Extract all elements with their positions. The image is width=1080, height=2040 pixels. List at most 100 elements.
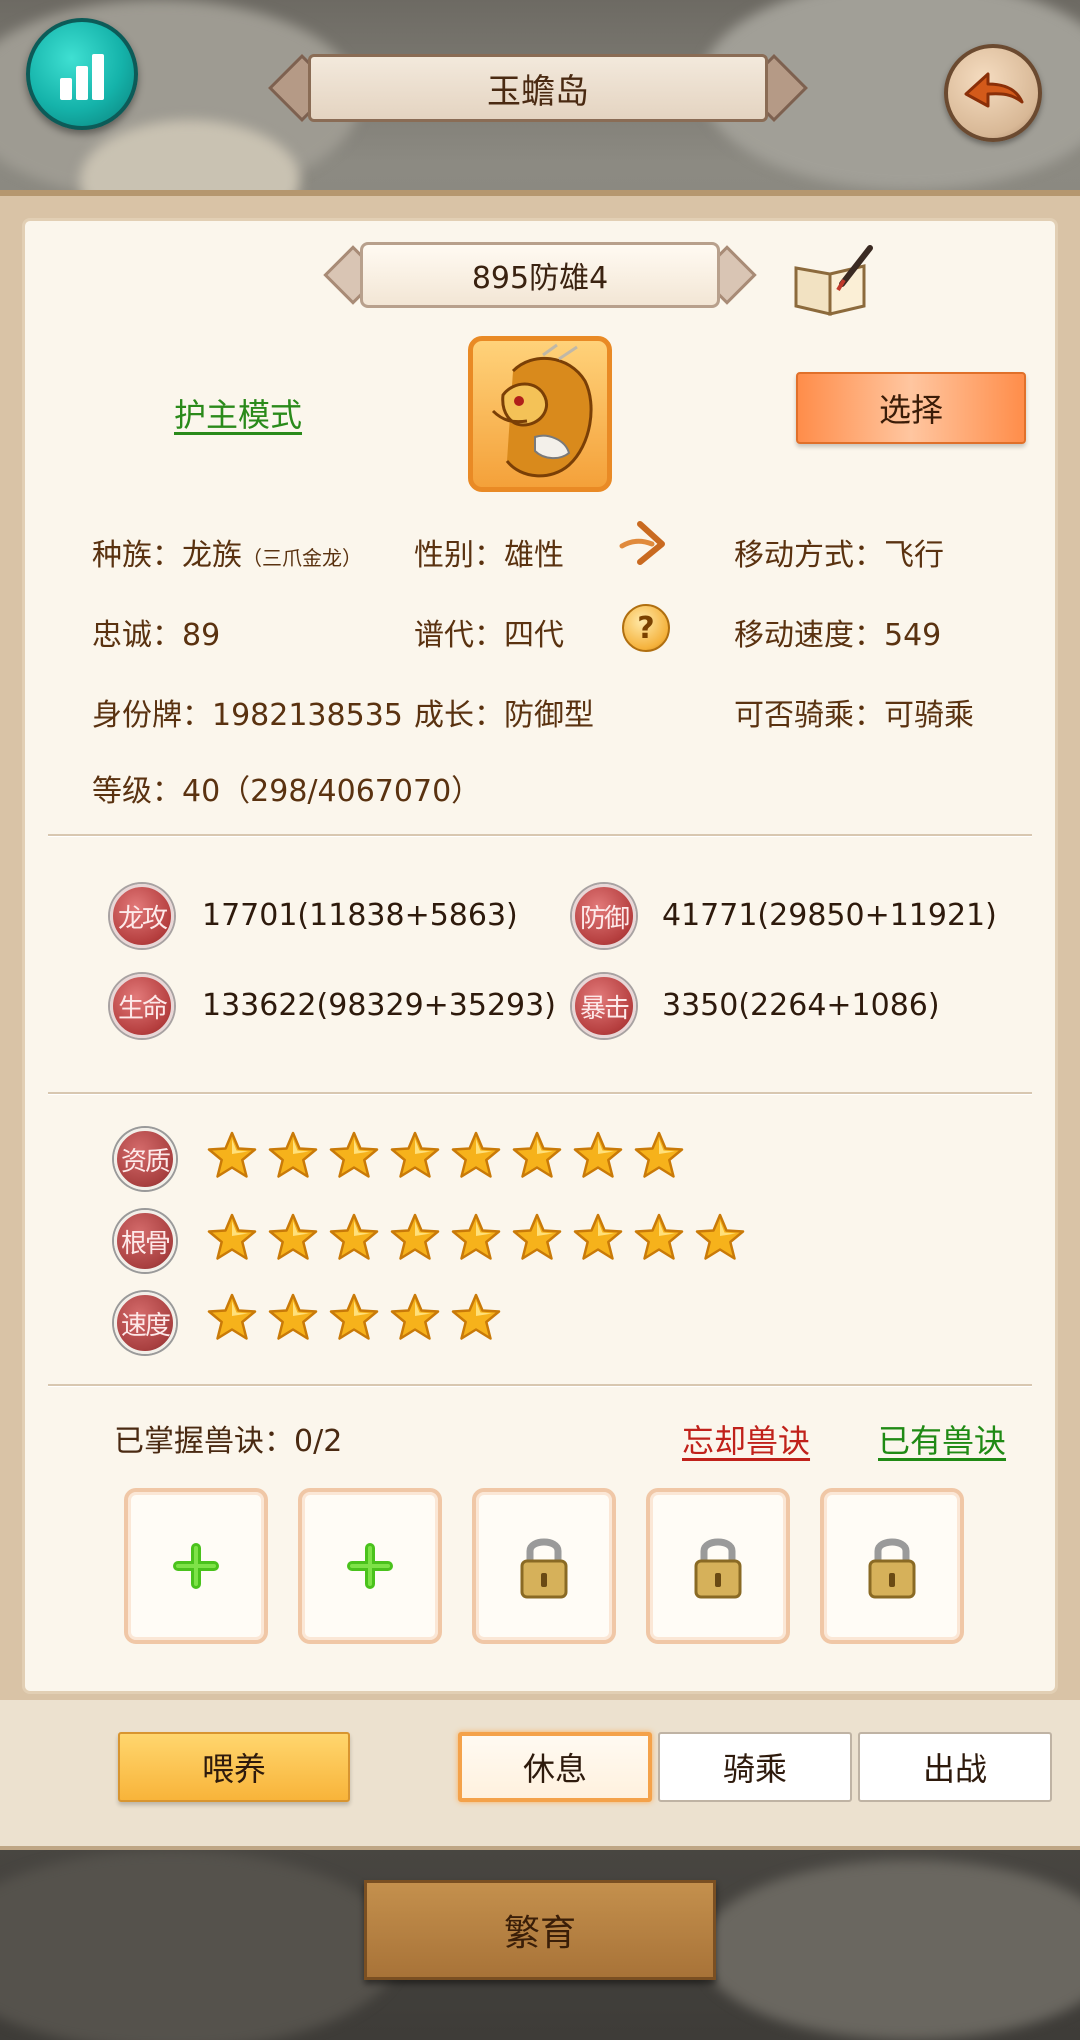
bar-chart-icon bbox=[60, 54, 104, 100]
skill-slot[interactable] bbox=[298, 1488, 442, 1644]
id-info: 身份牌：1982138535 bbox=[92, 690, 403, 734]
race-value: 龙族 bbox=[182, 538, 242, 573]
growth-info: 成长：防御型 bbox=[414, 690, 594, 734]
move-mode-value: 飞行 bbox=[884, 538, 944, 573]
loyalty-value: 89 bbox=[182, 618, 221, 653]
gender-info: 性别：雄性 bbox=[414, 530, 564, 574]
plus-icon bbox=[347, 1543, 393, 1589]
rideable-label: 可否骑乘： bbox=[734, 698, 884, 733]
star-icon bbox=[573, 1131, 623, 1178]
level-value: 40（298/4067070） bbox=[182, 774, 482, 809]
bone-badge: 根骨 bbox=[114, 1210, 176, 1272]
owned-skill-link[interactable]: 已有兽诀 bbox=[878, 1416, 1006, 1462]
growth-label: 成长： bbox=[414, 698, 504, 733]
move-speed-value: 549 bbox=[884, 618, 942, 653]
generation-info: 谱代：四代 bbox=[414, 610, 564, 654]
pet-name: 895防雄4 bbox=[360, 242, 720, 308]
move-mode-label: 移动方式： bbox=[734, 538, 884, 573]
hp-badge: 生命 bbox=[110, 974, 174, 1038]
attack-badge: 龙攻 bbox=[110, 884, 174, 948]
star-icon bbox=[634, 1213, 684, 1260]
star-icon bbox=[329, 1293, 379, 1340]
skill-slot-locked[interactable] bbox=[472, 1488, 616, 1644]
id-value: 1982138535 bbox=[212, 698, 403, 733]
divider bbox=[48, 1092, 1032, 1095]
pet-portrait[interactable] bbox=[468, 336, 612, 492]
move-speed-info: 移动速度：549 bbox=[734, 610, 941, 654]
quality-stars bbox=[206, 1130, 694, 1182]
skill-slot-locked[interactable] bbox=[820, 1488, 964, 1644]
loyalty-label: 忠诚： bbox=[92, 618, 182, 653]
star-icon bbox=[573, 1213, 623, 1260]
book-quill-icon[interactable] bbox=[792, 244, 874, 318]
move-mode-info: 移动方式：飞行 bbox=[734, 530, 944, 574]
guard-mode-link[interactable]: 护主模式 bbox=[174, 390, 302, 436]
star-icon bbox=[268, 1293, 318, 1340]
star-icon bbox=[451, 1213, 501, 1260]
star-icon bbox=[512, 1213, 562, 1260]
padlock-icon bbox=[520, 1538, 568, 1599]
ride-button[interactable]: 骑乘 bbox=[658, 1732, 852, 1802]
speed-badge: 速度 bbox=[114, 1292, 176, 1354]
star-icon bbox=[512, 1131, 562, 1178]
growth-value: 防御型 bbox=[504, 698, 594, 733]
back-button[interactable] bbox=[944, 44, 1042, 142]
crit-badge: 暴击 bbox=[572, 974, 636, 1038]
star-icon bbox=[207, 1131, 257, 1178]
speed-stars bbox=[206, 1292, 511, 1344]
location-title-banner: 玉蟾岛 bbox=[268, 50, 808, 126]
id-label: 身份牌： bbox=[92, 698, 212, 733]
skill-slot-locked[interactable] bbox=[646, 1488, 790, 1644]
mastered-skills-label: 已掌握兽诀：0/2 bbox=[114, 1424, 343, 1459]
battle-button[interactable]: 出战 bbox=[858, 1732, 1052, 1802]
divider bbox=[48, 834, 1032, 837]
skill-slot[interactable] bbox=[124, 1488, 268, 1644]
star-icon bbox=[268, 1131, 318, 1178]
divider bbox=[48, 1384, 1032, 1387]
plus-icon bbox=[173, 1543, 219, 1589]
rideable-info: 可否骑乘：可骑乘 bbox=[734, 690, 974, 734]
forget-skill-link[interactable]: 忘却兽诀 bbox=[682, 1416, 810, 1462]
back-arrow-icon bbox=[964, 72, 1024, 108]
star-icon bbox=[329, 1131, 379, 1178]
star-icon bbox=[695, 1213, 745, 1260]
gender-value: 雄性 bbox=[504, 538, 564, 573]
star-icon bbox=[390, 1131, 440, 1178]
level-info: 等级：40（298/4067070） bbox=[92, 766, 481, 810]
star-icon bbox=[329, 1213, 379, 1260]
breed-button[interactable]: 繁育 bbox=[364, 1880, 716, 1980]
generation-label: 谱代： bbox=[414, 618, 504, 653]
select-button[interactable]: 选择 bbox=[796, 372, 1026, 444]
defense-value: 41771(29850+11921) bbox=[662, 898, 997, 933]
padlock-icon bbox=[868, 1538, 916, 1599]
crit-value: 3350(2264+1086) bbox=[662, 988, 940, 1023]
level-label: 等级： bbox=[92, 774, 182, 809]
location-title: 玉蟾岛 bbox=[308, 54, 768, 122]
race-info: 种族：龙族（三爪金龙） bbox=[92, 530, 362, 574]
feed-button[interactable]: 喂养 bbox=[118, 1732, 350, 1802]
rideable-value: 可骑乘 bbox=[884, 698, 974, 733]
question-icon[interactable]: ? bbox=[622, 604, 670, 652]
male-arrow-icon[interactable] bbox=[616, 518, 670, 568]
quality-badge: 资质 bbox=[114, 1128, 176, 1190]
star-icon bbox=[451, 1131, 501, 1178]
race-label: 种族： bbox=[92, 538, 182, 573]
attack-value: 17701(11838+5863) bbox=[202, 898, 518, 933]
race-sub: （三爪金龙） bbox=[242, 546, 362, 570]
golden-dragon-image bbox=[491, 343, 593, 478]
pet-name-banner: 895防雄4 bbox=[323, 238, 757, 314]
star-icon bbox=[390, 1213, 440, 1260]
defense-badge: 防御 bbox=[572, 884, 636, 948]
loyalty-info: 忠诚：89 bbox=[92, 610, 220, 654]
bone-stars bbox=[206, 1212, 755, 1264]
gender-label: 性别： bbox=[414, 538, 504, 573]
star-icon bbox=[207, 1293, 257, 1340]
hp-value: 133622(98329+35293) bbox=[202, 988, 556, 1023]
move-speed-label: 移动速度： bbox=[734, 618, 884, 653]
star-icon bbox=[207, 1213, 257, 1260]
star-icon bbox=[268, 1213, 318, 1260]
stats-button[interactable] bbox=[26, 18, 138, 130]
star-icon bbox=[634, 1131, 684, 1178]
rest-button[interactable]: 休息 bbox=[458, 1732, 652, 1802]
padlock-icon bbox=[694, 1538, 742, 1599]
